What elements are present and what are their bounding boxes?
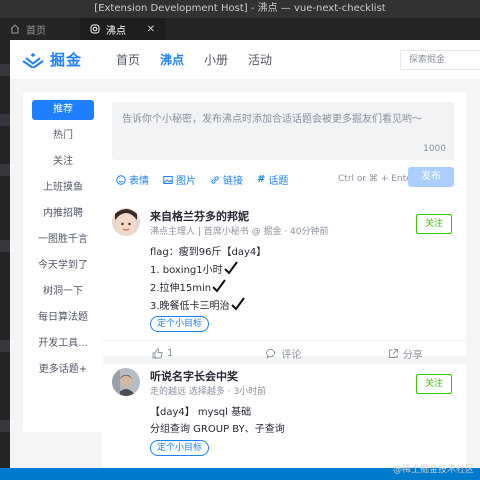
- nav-feiddian[interactable]: 沸点: [150, 40, 194, 80]
- sidebar-item-slacking[interactable]: 上班摸鱼: [23, 175, 103, 201]
- follow-button[interactable]: 关注: [416, 374, 452, 394]
- composer-placeholder: 告诉你个小秘密，发布沸点时添加合适话题会被更多掘友们看见哟～: [122, 114, 422, 125]
- share-icon: [388, 349, 398, 358]
- author-name[interactable]: 听说名字长会中奖: [150, 368, 238, 384]
- shortcut-hint: Ctrl or ⌘ + Enter: [338, 174, 416, 184]
- topic-label: 话题: [268, 176, 289, 187]
- composer-tools: 表情 图片 链接 # 话题: [116, 172, 288, 187]
- sidebar-item-learned-today[interactable]: 今天学到了: [23, 253, 103, 279]
- image-button[interactable]: 图片: [163, 172, 196, 187]
- post-card: 来自格兰芬多的邦妮 沸点主理人 | 首席小秘书 @ 掘金 · 40分钟前 关注 …: [102, 204, 466, 361]
- checkmark-icon: [230, 297, 245, 311]
- logo-text: 掘金: [50, 51, 83, 69]
- close-icon[interactable]: ✕: [147, 24, 155, 35]
- topic-tag[interactable]: 定个小目标: [150, 440, 210, 456]
- logo[interactable]: 掘金: [22, 49, 82, 70]
- share-label: 分享: [402, 350, 423, 361]
- share-button[interactable]: 分享: [345, 341, 466, 366]
- juejin-page: 掘金 首页 沸点 小册 活动 探索掘金 推荐 热门 关注 上班摸鱼 内推招聘 一…: [10, 40, 480, 468]
- post-line: flag：瘦到96斤【day4】: [150, 247, 267, 258]
- topic-tag[interactable]: 定个小目标: [150, 316, 210, 332]
- image-icon: [163, 175, 173, 184]
- hash-icon: #: [257, 174, 266, 185]
- post-line-with-check: 2.拉伸15min: [150, 279, 266, 297]
- post-content: flag：瘦到96斤【day4】 1. boxing1小时 2.拉伸15min …: [150, 244, 266, 315]
- post-line-with-check: 3.晚餐低卡三明治: [150, 297, 266, 315]
- comment-button[interactable]: 评论: [223, 341, 344, 366]
- author-meta: 沸点主理人 | 首席小秘书 @ 掘金 · 40分钟前: [150, 227, 329, 237]
- char-counter: 1000: [423, 144, 446, 154]
- checkmark-icon: [223, 261, 238, 275]
- post-line: 【day4】 mysql 基础: [150, 407, 252, 418]
- topic-sidebar: 推荐 热门 关注 上班摸鱼 内推招聘 一图胜千言 今天学到了 树洞一下 每日算法…: [23, 92, 103, 432]
- smile-icon: [116, 174, 126, 185]
- like-button[interactable]: 1: [102, 341, 223, 366]
- like-count: 1: [166, 348, 174, 359]
- sidebar-item-referral[interactable]: 内推招聘: [23, 201, 103, 227]
- sidebar-item-daily-algorithm[interactable]: 每日算法题: [23, 305, 103, 331]
- activity-strip: [0, 40, 10, 480]
- author-name[interactable]: 来自格兰芬多的邦妮: [150, 208, 249, 224]
- post-line-with-check: 1. boxing1小时: [150, 261, 266, 279]
- tab-home[interactable]: 首页: [0, 18, 80, 40]
- search-input[interactable]: 探索掘金: [400, 50, 480, 70]
- tab-feiddian[interactable]: 沸点 ✕: [80, 18, 165, 40]
- top-nav: 掘金 首页 沸点 小册 活动 探索掘金: [10, 40, 480, 80]
- follow-button[interactable]: 关注: [416, 214, 452, 234]
- topic-button[interactable]: # 话题: [257, 172, 288, 187]
- sidebar-item-dev-tools[interactable]: 开发工具...: [23, 331, 103, 357]
- link-icon: [211, 175, 219, 184]
- window-title: [Extension Development Host] - 沸点 — vue-…: [0, 0, 480, 18]
- instagram-icon: [90, 24, 100, 34]
- post-actions: 1 评论 分享: [102, 340, 466, 366]
- watermark: @稀土掘金技术社区: [392, 465, 474, 475]
- image-label: 图片: [176, 176, 196, 187]
- nav-events[interactable]: 活动: [238, 40, 282, 80]
- author-meta: 走的越远 选择越多 · 3小时前: [150, 387, 267, 397]
- emoji-label: 表情: [129, 176, 149, 187]
- nav-booklet[interactable]: 小册: [194, 40, 238, 80]
- post-content: 【day4】 mysql 基础 分组查询 GROUP BY、子查询: [150, 404, 285, 438]
- sidebar-item-picture[interactable]: 一图胜千言: [23, 227, 103, 253]
- publish-button[interactable]: 发布: [408, 167, 454, 187]
- composer-textarea[interactable]: 告诉你个小秘密，发布沸点时添加合适话题会被更多掘友们看见哟～ 1000: [112, 102, 454, 160]
- sidebar-item-following[interactable]: 关注: [23, 149, 103, 175]
- post-line: 分组查询 GROUP BY、子查询: [150, 424, 285, 435]
- tab-bar: 首页 沸点 ✕: [0, 18, 480, 40]
- tab-home-label: 首页: [26, 25, 46, 37]
- sidebar-item-more-topics[interactable]: 更多话题+: [23, 357, 103, 383]
- comment-icon: [266, 349, 276, 359]
- checkmark-icon: [212, 279, 226, 293]
- link-label: 链接: [223, 176, 243, 187]
- emoji-button[interactable]: 表情: [116, 172, 149, 187]
- sidebar-item-treehole[interactable]: 树洞一下: [23, 279, 103, 305]
- nav-links: 首页 沸点 小册 活动: [106, 40, 282, 80]
- link-button[interactable]: 链接: [210, 172, 243, 187]
- avatar[interactable]: [112, 208, 140, 236]
- avatar[interactable]: [112, 368, 140, 396]
- sidebar-item-recommend[interactable]: 推荐: [32, 100, 94, 120]
- tab-feiddian-label: 沸点: [106, 25, 126, 37]
- sidebar-item-hot[interactable]: 热门: [23, 123, 103, 149]
- home-icon: [10, 24, 20, 34]
- thumbs-up-icon: [152, 348, 163, 359]
- juejin-logo-icon: [22, 52, 44, 68]
- comment-label: 评论: [281, 350, 302, 361]
- nav-home[interactable]: 首页: [106, 40, 150, 80]
- post-card: 听说名字长会中奖 走的越远 选择越多 · 3小时前 关注 【day4】 mysq…: [102, 364, 466, 468]
